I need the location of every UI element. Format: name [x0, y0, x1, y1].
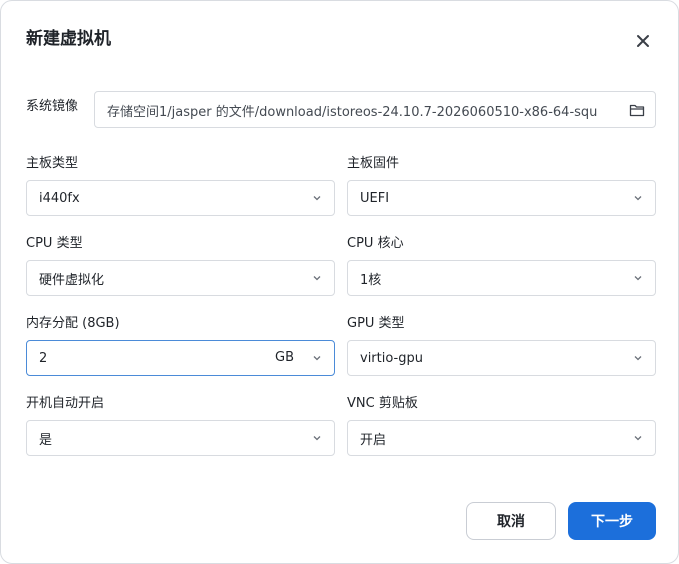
- cpu-cores-select[interactable]: 1核: [347, 260, 656, 296]
- image-path-value: 存储空间1/jasper 的文件/download/istoreos-24.10…: [107, 105, 597, 120]
- memory-label: 内存分配 (8GB): [26, 316, 120, 331]
- firmware-select[interactable]: UEFI: [347, 180, 656, 216]
- memory-unit: GB: [275, 350, 294, 365]
- cpu-cores-value: 1核: [360, 272, 382, 288]
- memory-input[interactable]: 2 GB: [26, 340, 335, 376]
- chevron-down-icon: [634, 276, 642, 281]
- image-path-field[interactable]: 存储空间1/jasper 的文件/download/istoreos-24.10…: [94, 91, 656, 128]
- cpu-type-select[interactable]: 硬件虚拟化: [26, 260, 335, 296]
- chevron-down-icon: [634, 356, 642, 361]
- close-button[interactable]: [632, 30, 654, 52]
- vnc-clipboard-value: 开启: [360, 432, 387, 448]
- folder-icon[interactable]: [629, 102, 645, 118]
- chevron-down-icon: [634, 196, 642, 201]
- cpu-type-value: 硬件虚拟化: [39, 272, 105, 288]
- cancel-button[interactable]: 取消: [466, 502, 556, 540]
- autostart-select[interactable]: 是: [26, 420, 335, 456]
- gpu-type-value: virtio-gpu: [360, 350, 423, 366]
- chevron-down-icon: [634, 436, 642, 441]
- autostart-label: 开机自动开启: [26, 396, 105, 411]
- board-type-value: i440fx: [39, 190, 80, 206]
- image-label: 系统镜像: [26, 99, 79, 114]
- cpu-type-label: CPU 类型: [26, 236, 83, 251]
- autostart-value: 是: [39, 432, 53, 448]
- next-step-button[interactable]: 下一步: [568, 502, 656, 540]
- vnc-clipboard-select[interactable]: 开启: [347, 420, 656, 456]
- gpu-type-label: GPU 类型: [347, 316, 405, 331]
- cpu-cores-label: CPU 核心: [347, 236, 404, 251]
- close-icon: [637, 35, 649, 47]
- firmware-value: UEFI: [360, 190, 390, 206]
- new-vm-dialog: 新建虚拟机 系统镜像 存储空间1/jasper 的文件/download/ist…: [0, 0, 679, 564]
- chevron-down-icon: [313, 436, 321, 441]
- board-type-select[interactable]: i440fx: [26, 180, 335, 216]
- chevron-down-icon: [313, 276, 321, 281]
- chevron-down-icon: [313, 196, 321, 201]
- firmware-label: 主板固件: [347, 156, 400, 171]
- chevron-down-icon[interactable]: [312, 354, 322, 362]
- gpu-type-select[interactable]: virtio-gpu: [347, 340, 656, 376]
- vnc-clipboard-label: VNC 剪贴板: [347, 396, 418, 411]
- board-type-label: 主板类型: [26, 156, 79, 171]
- dialog-title: 新建虚拟机: [26, 29, 111, 49]
